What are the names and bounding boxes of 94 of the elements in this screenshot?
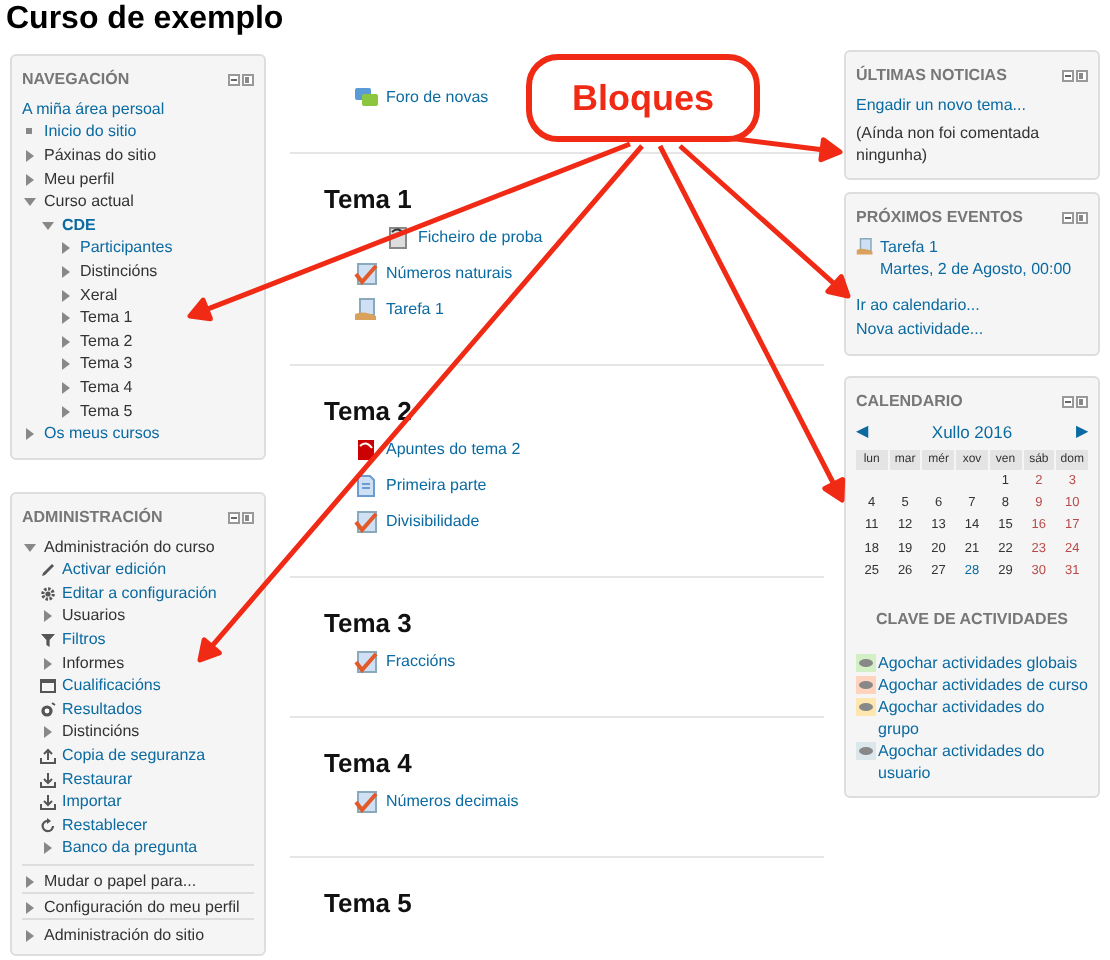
activity-link[interactable]: Apuntes do tema 2 <box>386 438 521 462</box>
activity-link[interactable]: Números decimais <box>386 790 519 814</box>
block-title: ÚLTIMAS NOTICIAS <box>856 64 1007 88</box>
expanded-triangle-icon <box>22 539 38 556</box>
activity-link[interactable]: Ficheiro de proba <box>418 226 543 250</box>
section-heading: Tema 1 <box>324 184 412 214</box>
section-heading: Tema 5 <box>324 888 412 918</box>
nav-link[interactable]: Copia de seguranza <box>62 746 206 767</box>
activity-link[interactable]: Primeira parte <box>386 474 487 498</box>
event-action-link[interactable]: Ir ao calendario... <box>856 294 1088 318</box>
nav-link[interactable]: Banco da pregunta <box>62 838 198 859</box>
download-icon <box>40 771 56 788</box>
hide-events-link[interactable]: Agochar actividades do usuario <box>878 740 1088 785</box>
nav-link[interactable]: Distincións <box>80 261 158 282</box>
event-action-link[interactable]: Nova actividade... <box>856 318 1088 342</box>
block-title: PRÓXIMOS EVENTOS <box>856 206 1023 230</box>
activity-key-title: CLAVE DE ACTIVIDADES <box>875 610 1068 629</box>
activity-link[interactable]: Foro de novas <box>386 86 489 110</box>
event-date-link[interactable]: Martes, 2 de Agosto, 00:00 <box>856 258 1088 280</box>
nav-link[interactable]: Administración do curso <box>44 537 215 558</box>
nav-link[interactable]: Mudar o papel para... <box>44 871 197 892</box>
page-title: Curso de exemplo <box>6 2 286 38</box>
nav-link[interactable]: Tema 5 <box>80 401 133 422</box>
section-heading: Tema 3 <box>324 608 412 638</box>
block-title: ADMINISTRACIÓN <box>22 505 163 530</box>
nav-link[interactable]: CDE <box>62 215 96 236</box>
nav-link[interactable]: Informes <box>62 653 125 674</box>
nav-link[interactable]: Importar <box>62 792 122 813</box>
nav-link[interactable]: Páxinas do sitio <box>44 145 157 166</box>
nav-link[interactable]: Os meus cursos <box>44 424 160 445</box>
refresh-icon <box>40 817 56 834</box>
activity-link[interactable]: Divisibilidade <box>386 510 480 534</box>
block-controls-icon[interactable] <box>228 511 254 524</box>
forum-icon <box>354 86 378 110</box>
nav-link[interactable]: Inicio do sitio <box>44 122 137 143</box>
collapsed-triangle-icon <box>40 724 56 741</box>
nav-link[interactable]: Administración do sitio <box>44 925 205 946</box>
block-controls-icon[interactable] <box>1062 396 1088 408</box>
section-heading: Tema 4 <box>324 748 412 778</box>
hand-document-icon <box>856 238 874 256</box>
nav-link[interactable]: Filtros <box>62 630 106 651</box>
checkmark-document-icon <box>354 650 378 674</box>
callout-bubble: Bloques <box>526 54 760 142</box>
upload-icon <box>40 748 56 765</box>
nav-link[interactable]: A miña área persoal <box>22 99 165 120</box>
collapsed-triangle-icon <box>40 655 56 672</box>
activity-link[interactable]: Fraccións <box>386 650 456 674</box>
no-news-text: (Aínda non foi comentada ningunha) <box>856 122 1042 166</box>
nav-link[interactable]: Xeral <box>80 285 118 306</box>
hand-document-icon <box>354 298 378 322</box>
next-month-button[interactable]: ▶ <box>1075 420 1088 445</box>
nav-link[interactable]: Cualificacións <box>62 676 161 697</box>
block-controls-icon[interactable] <box>228 74 254 86</box>
collapsed-triangle-icon <box>22 426 38 443</box>
checkmark-document-icon <box>354 510 378 534</box>
nav-link[interactable]: Curso actual <box>44 192 134 213</box>
add-topic-link[interactable]: Engadir un novo tema... <box>856 94 1088 118</box>
page-icon <box>354 474 378 498</box>
nav-link[interactable]: Editar a configuración <box>62 583 217 604</box>
hide-events-link[interactable]: Agochar actividades do grupo <box>878 696 1088 741</box>
nav-link[interactable]: Participantes <box>80 238 173 259</box>
nav-link[interactable]: Tema 1 <box>80 308 133 329</box>
calendar-month: Xullo 2016 <box>931 420 1013 446</box>
nav-link[interactable]: Restaurar <box>62 769 133 790</box>
block-controls-icon[interactable] <box>1062 70 1088 82</box>
download-icon <box>40 794 56 811</box>
nav-link[interactable]: Tema 2 <box>80 331 133 352</box>
table-icon <box>40 678 56 695</box>
nav-link[interactable]: Tema 3 <box>80 354 133 375</box>
gear-icon <box>40 585 56 602</box>
block-title: NAVEGACIÓN <box>22 68 130 92</box>
nav-link[interactable]: Tema 4 <box>80 377 133 398</box>
nav-link[interactable]: Restablecer <box>62 815 148 836</box>
block-title: CALENDARIO <box>856 390 963 414</box>
activity-link[interactable]: Números naturais <box>386 262 513 286</box>
hide-events-link[interactable]: Agochar actividades globais <box>878 652 1078 675</box>
nav-link[interactable]: Distincións <box>62 722 140 743</box>
activity-link[interactable]: Tarefa 1 <box>386 298 444 322</box>
event-link[interactable]: Tarefa 1 <box>880 236 938 258</box>
collapsed-triangle-icon <box>40 608 56 625</box>
nav-link[interactable]: Usuarios <box>62 606 126 627</box>
nav-link[interactable]: Activar edición <box>62 560 167 581</box>
filter-icon <box>40 632 56 649</box>
nav-link[interactable]: Meu perfil <box>44 169 115 190</box>
checkmark-document-icon <box>354 262 378 286</box>
block-controls-icon[interactable] <box>1062 212 1088 224</box>
pdf-icon <box>354 438 378 462</box>
hide-events-link[interactable]: Agochar actividades de curso <box>878 674 1088 697</box>
ribbon-icon <box>40 701 56 718</box>
pencil-icon <box>40 562 56 579</box>
nav-link[interactable]: Resultados <box>62 699 143 720</box>
nav-link[interactable]: Configuración do meu perfil <box>44 898 240 919</box>
checkmark-document-icon <box>354 790 378 814</box>
previous-month-button[interactable]: ◀ <box>856 420 868 445</box>
